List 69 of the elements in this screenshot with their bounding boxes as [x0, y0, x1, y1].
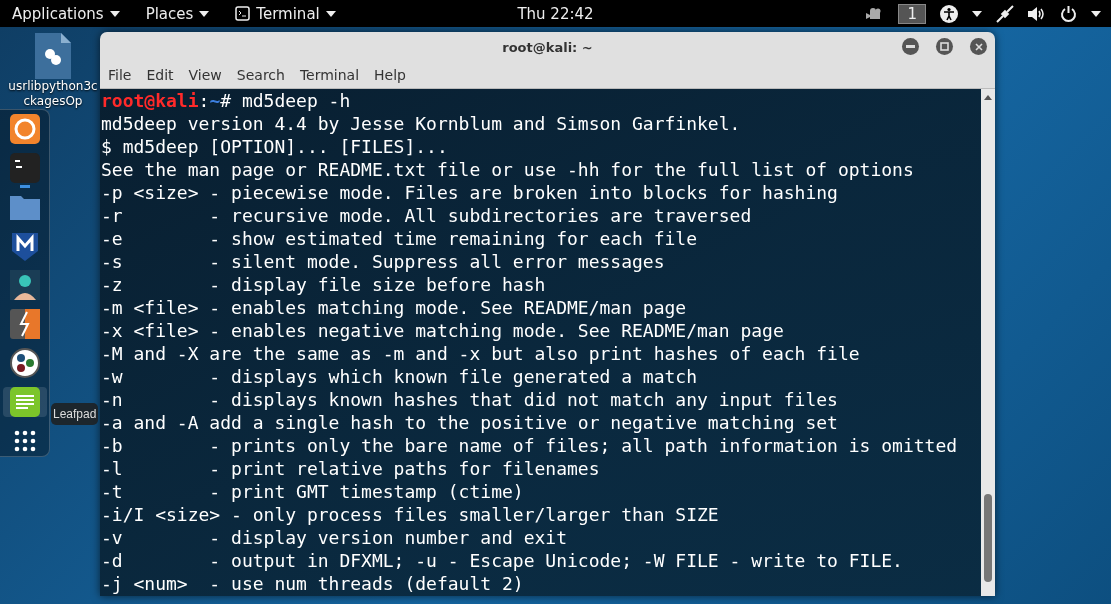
python-file-icon[interactable]: [35, 33, 71, 79]
scroll-thumb[interactable]: [984, 494, 992, 582]
output-line: -b - prints only the bare name of files; all path information is omitted: [101, 435, 958, 456]
menu-item[interactable]: Edit: [142, 67, 178, 83]
output-line: -v - display version number and exit: [101, 527, 567, 548]
output-line: -m <file> - enables matching mode. See README/man page: [101, 297, 687, 318]
output-line: -x <file> - enables negative matching mode. See README/man page: [101, 320, 784, 341]
power-icon[interactable]: [1060, 5, 1077, 22]
accessibility-icon[interactable]: [940, 4, 958, 23]
shield-icon: [11, 231, 38, 261]
terminal-icon: [9, 153, 40, 183]
caret-icon: [1091, 10, 1101, 17]
close-button[interactable]: [970, 38, 987, 55]
menu-item[interactable]: View: [184, 67, 226, 83]
menu-label: Terminal: [256, 4, 320, 23]
menu-label: Places: [145, 4, 194, 23]
output-line: -i/I <size> - only process files smaller/larger than SIZE: [101, 504, 719, 525]
prompt-line: root@kali:~# md5deep -h: [101, 90, 351, 111]
maximize-icon: [940, 42, 949, 51]
person-icon: [9, 270, 40, 300]
folder-icon: [9, 194, 40, 220]
output-line: -p <size> - piecewise mode. Files are broken into blocks for hashing: [101, 182, 838, 203]
caret-icon: [325, 10, 336, 17]
output-line: -n - displays known hashes that did not match any input files: [101, 389, 838, 410]
circles-icon: [9, 348, 40, 378]
terminal-icon: [235, 6, 251, 21]
file-label: usrlibpython3c: [8, 79, 98, 94]
output-line: -t - print GMT timestamp (ctime): [101, 481, 524, 502]
output-line: -a and -A add a single hash to the positive or negative matching set: [101, 412, 838, 433]
top-menu[interactable]: Places: [143, 4, 212, 23]
output-line: -M and -X are the same as -m and -x but also print hashes of each file: [101, 343, 860, 364]
menu-item[interactable]: Terminal: [295, 67, 364, 83]
output-line: -d - output in DFXML; -u - Escape Unicode; -W FILE - write to FILE.: [101, 550, 903, 571]
app-grid-icon: [13, 430, 36, 452]
caret-icon: [199, 10, 210, 17]
scroll-up-icon[interactable]: [984, 95, 992, 100]
maximize-button[interactable]: [936, 38, 953, 55]
minimize-icon: [906, 45, 915, 48]
tooltip: Leafpad: [51, 403, 99, 425]
plug-icon[interactable]: [996, 4, 1014, 23]
bolt-icon: [9, 309, 40, 339]
close-icon: [974, 42, 983, 51]
top-menu[interactable]: Applications: [10, 4, 122, 23]
output-line: -e - show estimated time remaining for each file: [101, 228, 698, 249]
output-line: -z - display file size before hash: [101, 274, 546, 295]
file-label: ckagesOp: [23, 94, 83, 109]
dock-item[interactable]: [2, 387, 47, 417]
scrollbar[interactable]: [981, 89, 995, 596]
top-menu[interactable]: Terminal: [233, 4, 338, 23]
volume-icon[interactable]: [1028, 5, 1046, 22]
output-line: -j <num> - use num threads (default 2): [101, 573, 524, 594]
output-line: -w - displays which known file generated a match: [101, 366, 698, 387]
menu-item[interactable]: Help: [370, 67, 410, 83]
menu-item[interactable]: Search: [232, 67, 289, 83]
output-line: See the man page or README.txt file or use -hh for the full list of options: [101, 159, 914, 180]
notepad-icon: [9, 387, 40, 417]
minimize-button[interactable]: [902, 38, 919, 55]
output-line: -r - recursive mode. All subdirectories are traversed: [101, 205, 752, 226]
menu-label: Applications: [12, 4, 104, 23]
output-line: -s - silent mode. Suppress all error messages: [101, 251, 665, 272]
window-title: root@kali: ~: [502, 39, 593, 55]
output-line: -l - print relative paths for filenames: [101, 458, 600, 479]
caret-icon: [109, 10, 120, 17]
output-line: md5deep version 4.4 by Jesse Kornblum and Simson Garfinkel.: [101, 113, 741, 134]
caret-icon: [972, 10, 982, 17]
output-line: $ md5deep [OPTION]... [FILES]...: [101, 136, 448, 157]
clock[interactable]: Thu 22:42: [517, 4, 594, 23]
menu-item[interactable]: File: [104, 67, 136, 83]
workspace-indicator[interactable]: 1: [898, 3, 926, 24]
